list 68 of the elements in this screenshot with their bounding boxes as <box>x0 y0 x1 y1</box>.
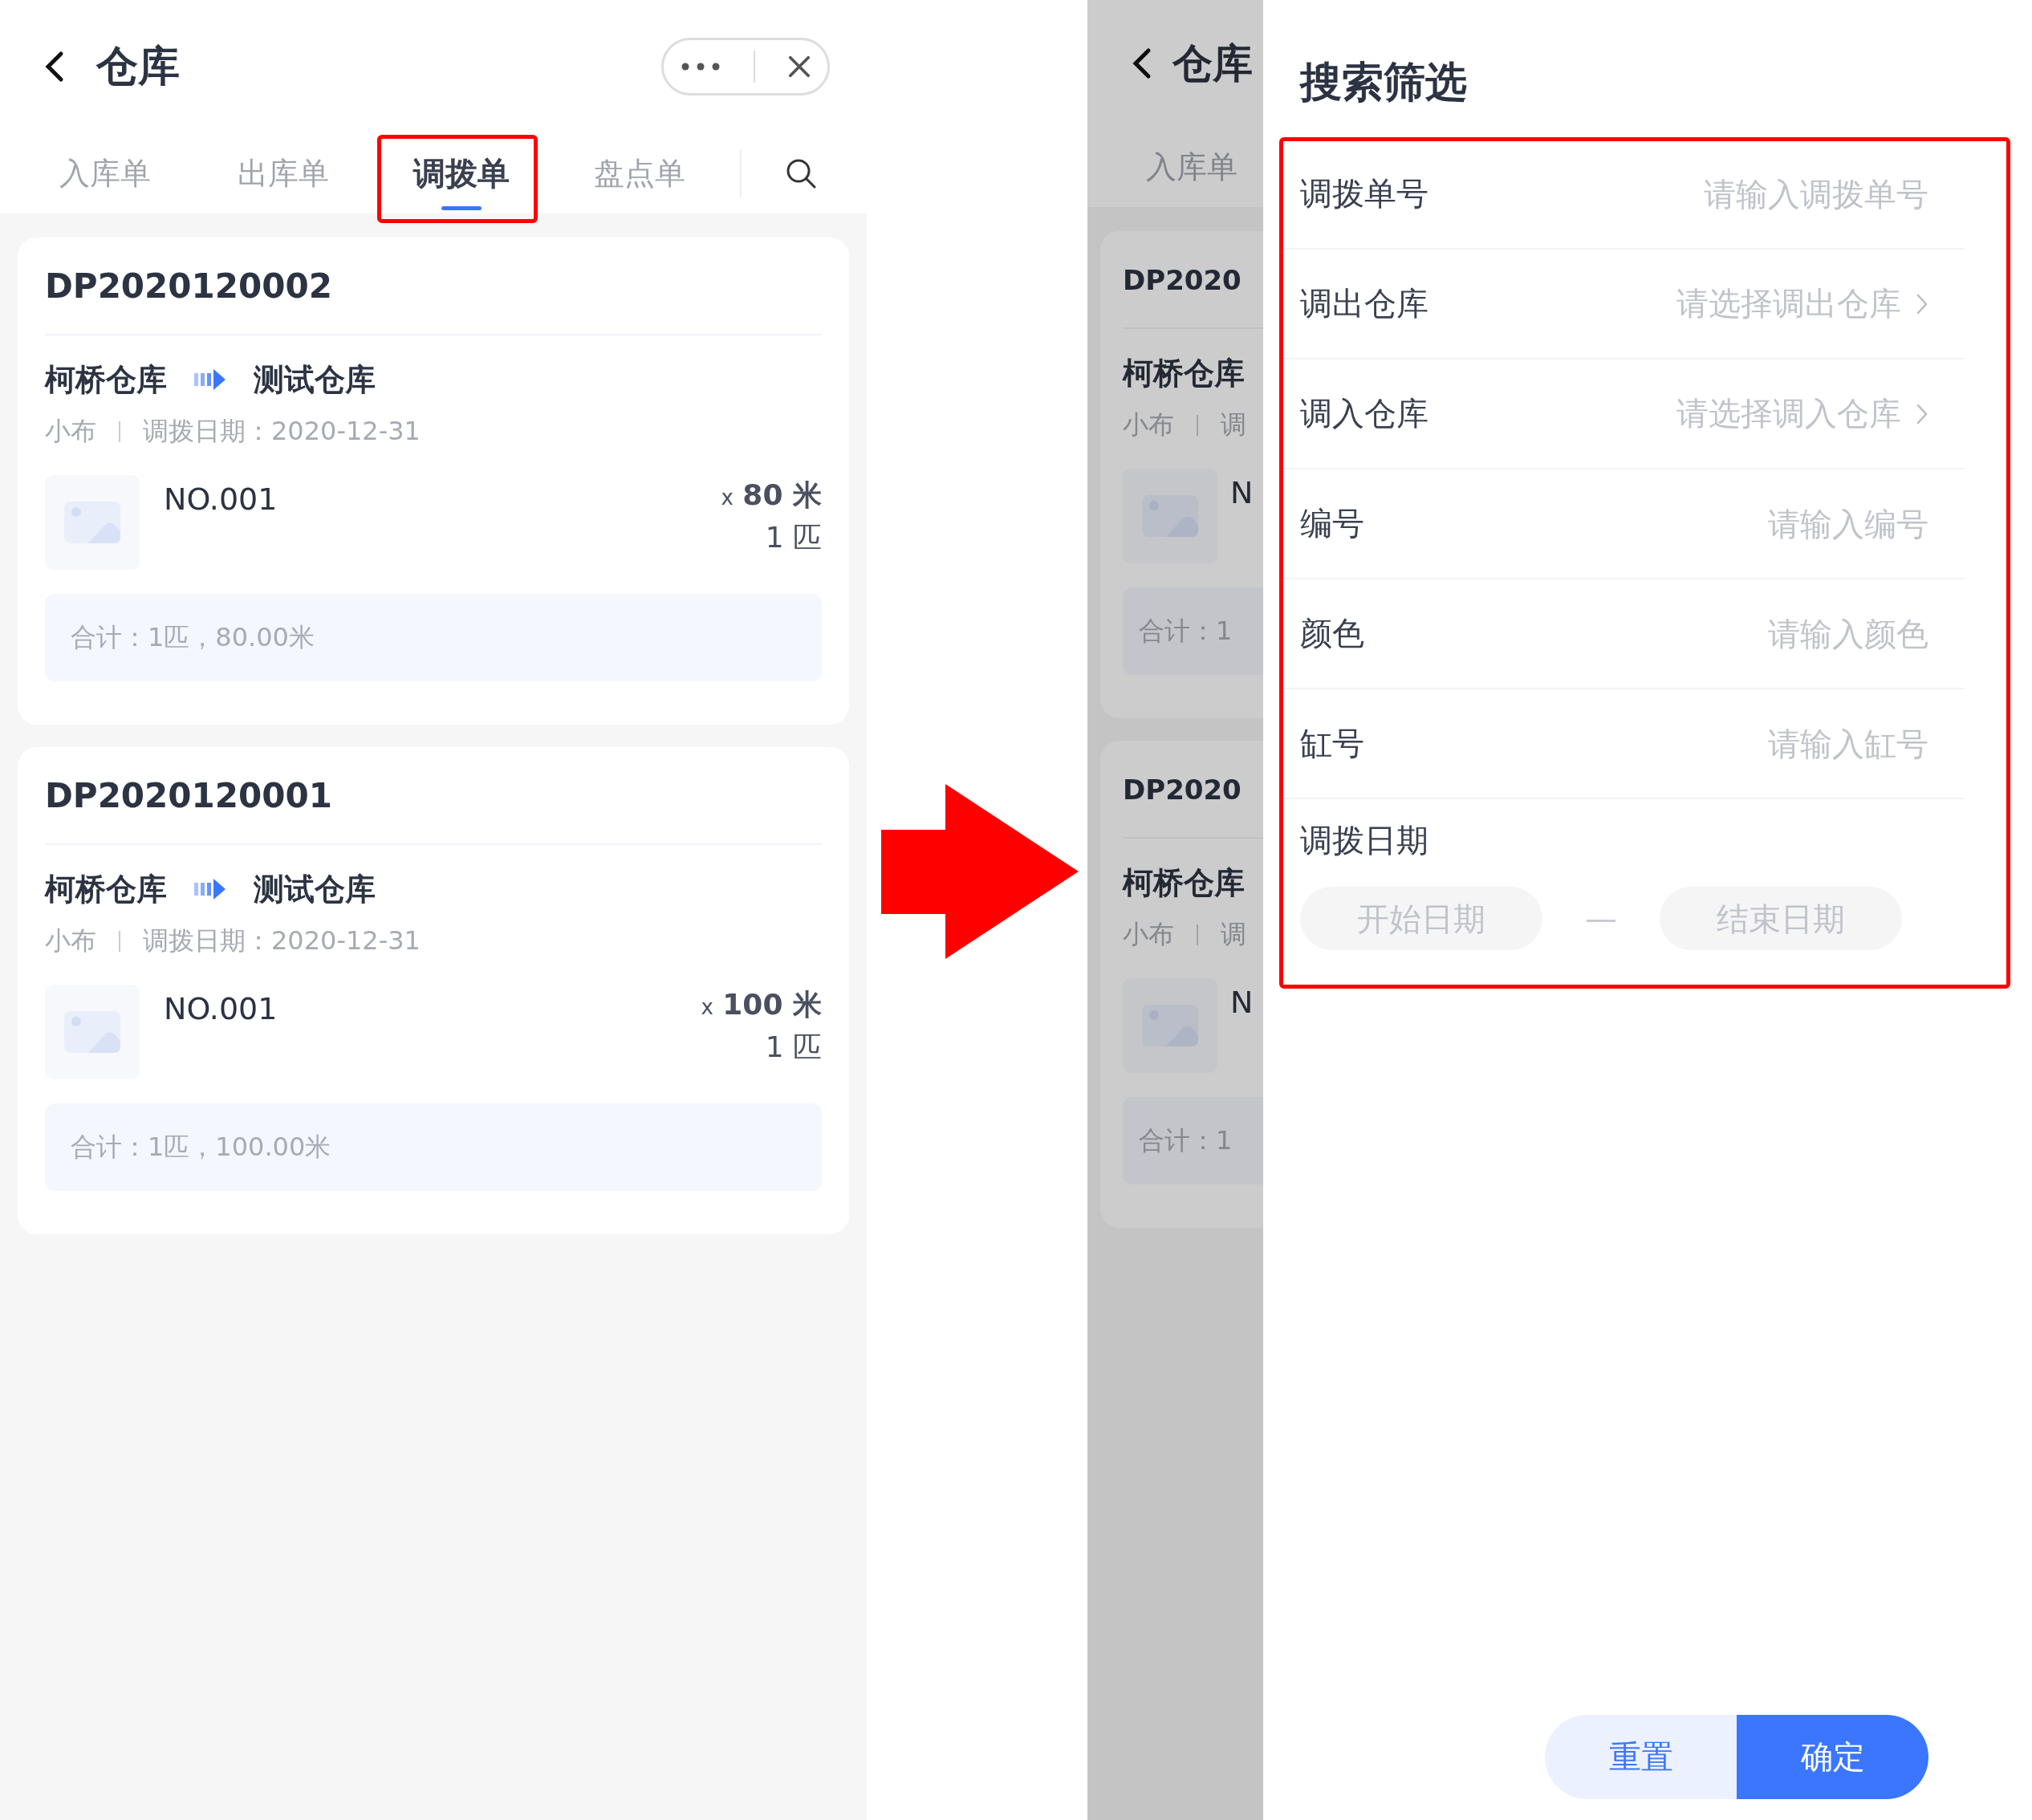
chevron-right-icon <box>1916 292 1928 315</box>
input-field[interactable]: 请输入缸号 <box>1511 725 1928 762</box>
tab[interactable]: 调拨单 <box>372 133 551 213</box>
total-summary: 合计：1匹，100.00米 <box>45 1103 822 1191</box>
field-label: 缸号 <box>1300 724 1364 763</box>
item-code: N <box>1230 475 1254 510</box>
chevron-right-icon <box>1916 402 1928 425</box>
confirm-button[interactable]: 确定 <box>1737 1715 1928 1799</box>
order-card[interactable]: DP2020120002 柯桥仓库 测试仓库 小布 调拨日期：2020-12-31 NO.001 x 80 米 1 匹 合计：1匹，80.00米 <box>18 238 849 725</box>
total-summary: 合计：1 <box>1123 1097 1263 1184</box>
drawer-title: 搜索筛选 <box>1300 57 1468 108</box>
search-icon[interactable] <box>785 157 817 189</box>
arrow-icon <box>881 784 1079 959</box>
item-pieces: 1 匹 <box>764 520 822 555</box>
order-card[interactable]: DP2020120001 柯桥仓库 测试仓库 小布 调拨日期：2020-12-31 NO.001 x 100 米 1 匹 合计：1匹，100.00米 <box>18 747 849 1234</box>
input-field[interactable]: 请输入调拨单号 <box>1511 175 1928 213</box>
order-number: DP2020120001 <box>45 775 333 817</box>
transfer-date: 调 <box>1221 918 1246 951</box>
staff-name: 小布 <box>45 415 96 448</box>
total-summary: 合计：1匹，80.00米 <box>45 594 822 681</box>
back-icon[interactable] <box>43 51 64 83</box>
field-label: 编号 <box>1300 504 1364 543</box>
transfer-arrow-icon <box>194 368 226 391</box>
target-warehouse: 测试仓库 <box>254 360 376 399</box>
back-icon <box>1131 47 1152 79</box>
item-code: N <box>1230 985 1254 1020</box>
source-warehouse: 柯桥仓库 <box>45 870 167 908</box>
tab[interactable]: 出库单 <box>194 133 372 213</box>
tab[interactable]: 盘点单 <box>551 133 729 213</box>
target-warehouse: 测试仓库 <box>254 870 376 908</box>
item-pieces: 1 匹 <box>764 1030 822 1065</box>
item-code: NO.001 <box>164 991 278 1026</box>
close-icon[interactable] <box>788 55 811 78</box>
image-icon <box>1142 1005 1198 1046</box>
input-field[interactable]: 请输入编号 <box>1511 505 1928 542</box>
item-length: x 100 米 <box>701 987 822 1022</box>
field-label: 颜色 <box>1300 614 1364 653</box>
staff-name: 小布 <box>1123 918 1174 951</box>
transfer-date: 调 <box>1221 408 1246 441</box>
transfer-date: 调拨日期：2020-12-31 <box>143 924 421 957</box>
tab[interactable]: 入库单 <box>16 133 194 213</box>
staff-name: 小布 <box>45 924 96 957</box>
transfer-arrow-icon <box>194 878 226 900</box>
field-label: 调出仓库 <box>1300 284 1428 323</box>
transfer-date: 调拨日期：2020-12-31 <box>143 415 421 448</box>
field-label: 调入仓库 <box>1300 394 1428 433</box>
field-label: 调拨单号 <box>1300 174 1428 213</box>
source-warehouse: 柯桥仓库 <box>1123 863 1245 902</box>
image-icon <box>1142 495 1198 537</box>
source-warehouse: 柯桥仓库 <box>45 360 167 399</box>
page-title: 仓库 <box>96 41 180 91</box>
image-icon <box>64 502 120 543</box>
tab-label: 入库单 <box>1144 148 1238 186</box>
range-separator: — <box>1585 900 1617 937</box>
field-label: 调拨日期 <box>1300 822 1428 859</box>
order-number: DP2020120002 <box>45 266 333 307</box>
total-summary: 合计：1 <box>1123 587 1263 675</box>
input-field[interactable]: 请输入颜色 <box>1511 615 1928 652</box>
reset-button[interactable]: 重置 <box>1545 1715 1737 1799</box>
image-icon <box>64 1011 120 1053</box>
staff-name: 小布 <box>1123 408 1174 441</box>
more-icon[interactable] <box>680 62 721 71</box>
page-title: 仓库 <box>1172 39 1253 88</box>
order-number: DP2020 <box>1123 263 1242 298</box>
item-code: NO.001 <box>164 481 278 517</box>
item-length: x 80 米 <box>721 477 822 513</box>
order-number: DP2020 <box>1123 773 1242 807</box>
source-warehouse: 柯桥仓库 <box>1123 354 1245 392</box>
